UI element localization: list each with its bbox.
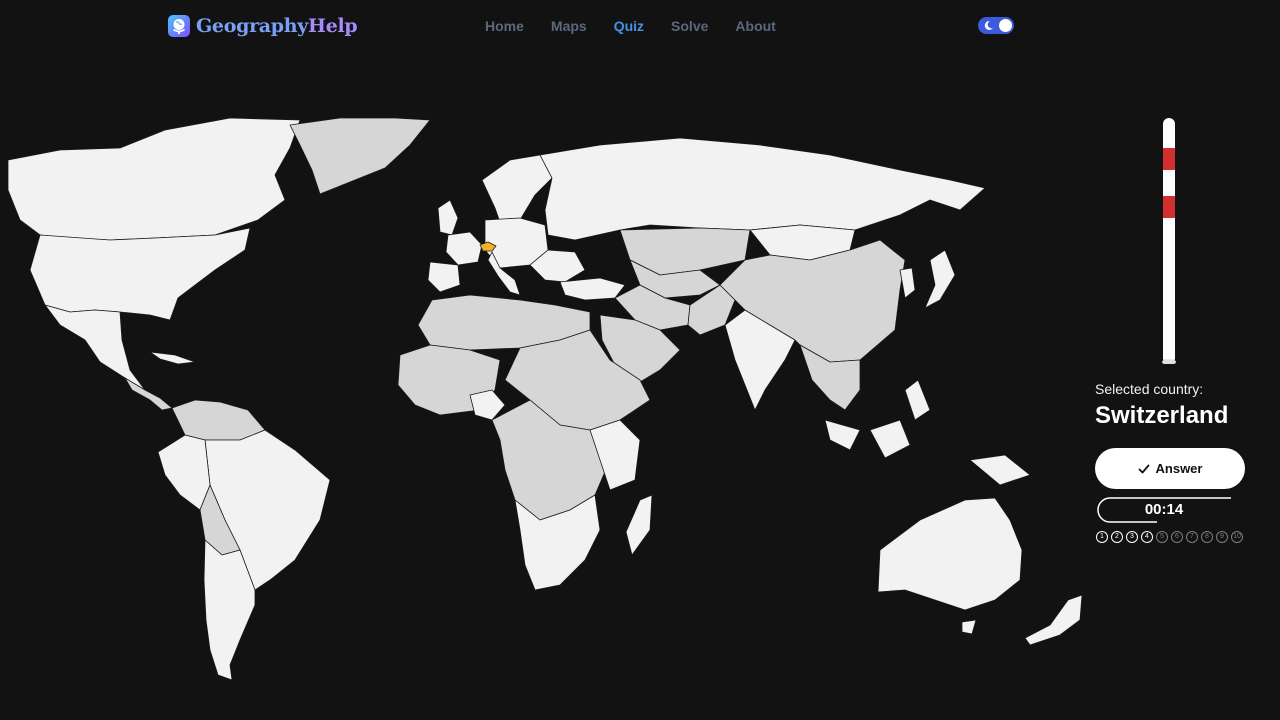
progress-pole — [1162, 118, 1176, 364]
brand-name: GeographyHelp — [196, 13, 358, 39]
nav-links: Home Maps Quiz Solve About — [485, 18, 776, 35]
theme-toggle[interactable] — [978, 17, 1014, 34]
question-indicator: 2 — [1111, 531, 1123, 543]
question-indicator: 4 — [1141, 531, 1153, 543]
country-philippines[interactable] — [904, 379, 931, 421]
timer-text: 00:14 — [1144, 501, 1184, 518]
answer-button[interactable]: Answer — [1095, 448, 1245, 489]
country-scandinavia[interactable] — [481, 154, 553, 229]
brand-name-part2: Help — [308, 15, 358, 37]
nav-maps[interactable]: Maps — [551, 18, 587, 35]
timer: 00:14 — [1097, 497, 1231, 523]
country-russia[interactable] — [539, 137, 986, 241]
question-indicator: 8 — [1201, 531, 1213, 543]
navbar: GeographyHelp Home Maps Quiz Solve About — [0, 0, 1280, 52]
question-indicator: 7 — [1186, 531, 1198, 543]
country-colombia-venezuela[interactable] — [171, 399, 266, 441]
country-peru[interactable] — [157, 434, 211, 511]
check-icon — [1138, 464, 1149, 473]
question-indicator: 3 — [1126, 531, 1138, 543]
moon-icon — [984, 20, 993, 30]
country-iberia[interactable] — [427, 261, 461, 293]
nav-about[interactable]: About — [735, 18, 775, 35]
country-mexico[interactable] — [44, 304, 146, 391]
toggle-knob — [999, 19, 1012, 32]
question-indicator: 9 — [1216, 531, 1228, 543]
country-indonesia[interactable] — [824, 419, 861, 451]
selected-country-label: Selected country: — [1095, 381, 1204, 397]
question-indicator: 1 — [1096, 531, 1108, 543]
country-france[interactable] — [445, 231, 483, 266]
country-tasmania[interactable] — [961, 619, 977, 635]
country-japan[interactable] — [924, 249, 956, 309]
world-map[interactable] — [0, 100, 1090, 700]
brand-name-part1: Geography — [196, 15, 309, 37]
selected-country-panel: Selected country: Switzerland — [1095, 380, 1255, 432]
question-indicator: 5 — [1156, 531, 1168, 543]
brand-logo[interactable]: GeographyHelp — [168, 13, 358, 39]
nav-solve[interactable]: Solve — [671, 18, 708, 35]
nav-quiz[interactable]: Quiz — [614, 18, 644, 35]
country-new-guinea[interactable] — [969, 454, 1031, 486]
country-uk[interactable] — [437, 199, 459, 236]
question-indicator: 10 — [1231, 531, 1243, 543]
selected-country-name: Switzerland — [1095, 402, 1229, 429]
country-madagascar[interactable] — [625, 494, 653, 556]
country-australia[interactable] — [877, 497, 1023, 611]
question-indicator: 6 — [1171, 531, 1183, 543]
country-cuba[interactable] — [149, 351, 196, 365]
country-central-america[interactable] — [124, 377, 173, 411]
country-canada[interactable] — [7, 117, 301, 241]
question-indicators: 1 2 3 4 5 6 7 8 9 10 — [1096, 531, 1243, 543]
nav-home[interactable]: Home — [485, 18, 524, 35]
country-new-zealand[interactable] — [1024, 594, 1083, 646]
country-greenland[interactable] — [289, 117, 431, 195]
answer-button-label: Answer — [1155, 461, 1203, 476]
world-map-svg — [7, 117, 1083, 681]
country-turkey[interactable] — [559, 277, 626, 301]
country-borneo[interactable] — [869, 419, 911, 459]
country-korea[interactable] — [899, 267, 916, 299]
country-usa[interactable] — [29, 227, 251, 321]
globe-logo-icon — [168, 15, 190, 37]
